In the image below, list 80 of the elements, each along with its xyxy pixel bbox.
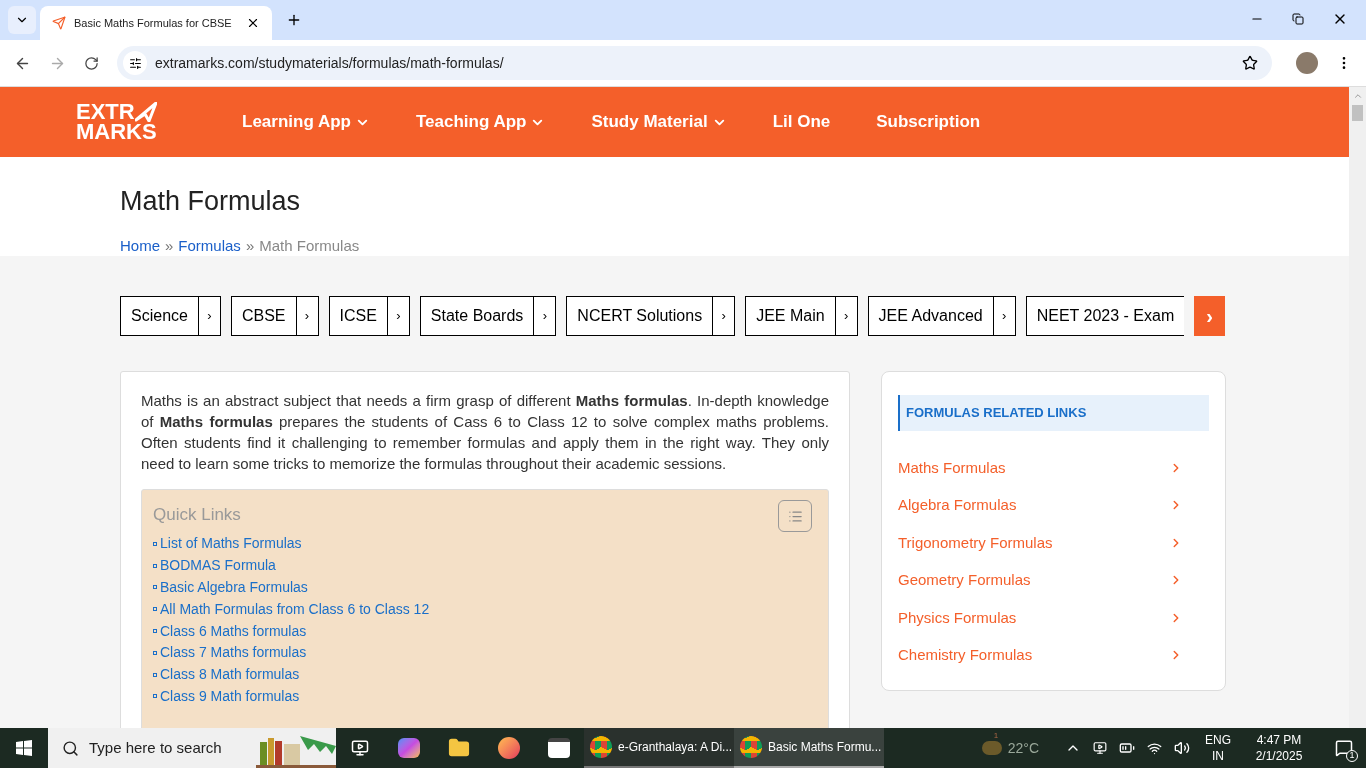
clock[interactable]: 4:47 PM 2/1/2025: [1236, 732, 1322, 764]
quick-link[interactable]: Basic Algebra Formulas: [160, 577, 308, 598]
page-title: Math Formulas: [120, 185, 302, 217]
nav-link[interactable]: Learning App: [242, 109, 370, 135]
windows-logo-icon: [16, 740, 32, 756]
breadcrumb-link[interactable]: Formulas: [178, 235, 241, 258]
wifi-icon: [1147, 740, 1162, 756]
tab-list-button[interactable]: [8, 6, 36, 34]
category-chip[interactable]: State Boards ›: [419, 296, 557, 336]
breadcrumb-separator: »: [165, 236, 174, 256]
notification-count: 1: [1346, 750, 1358, 762]
language-indicator[interactable]: ENG IN: [1200, 732, 1236, 764]
taskbar-search-field[interactable]: Type here to search: [48, 728, 336, 768]
breadcrumb-link[interactable]: Home: [120, 235, 160, 258]
paper-plane-icon: [134, 102, 157, 122]
bullet-icon: [153, 607, 157, 612]
nav-link[interactable]: Lil One: [772, 109, 831, 135]
category-chip[interactable]: JEE Main ›: [745, 296, 858, 336]
quick-link[interactable]: Class 9 Math formulas: [160, 685, 300, 707]
bullet-icon: [153, 629, 157, 634]
quick-links-title: Quick Links: [153, 504, 241, 526]
quick-link[interactable]: Class 6 Maths formulas: [160, 620, 307, 642]
scrollbar-thumb[interactable]: [1352, 105, 1363, 121]
quick-link[interactable]: List of Maths Formulas: [160, 533, 302, 555]
tab-title: Basic Maths Formulas for CBSE: [74, 15, 233, 31]
quick-link[interactable]: BODMAS Formula: [160, 555, 276, 577]
nav-link[interactable]: Teaching App: [415, 109, 546, 135]
volume-icon: [1174, 740, 1190, 756]
bullet-icon: [153, 585, 157, 590]
intro-paragraph: Maths is an abstract subject that needs a firm grasp of different Maths formulas. In-depth knowledge of Maths formulas prepares the students of Cass 6 to Class 12 to solve complex maths problems. Often students find it challenging to remember formulas and apply them in the right way. They only need to learn some tricks to memorize the formulas throughout their academic sessions.: [141, 391, 829, 474]
category-chip[interactable]: JEE Advanced ›: [867, 296, 1016, 336]
sidebar-link[interactable]: Physics Formulas: [898, 599, 1209, 637]
new-tab-icon: [286, 12, 302, 28]
sidebar-link[interactable]: Maths Formulas: [898, 449, 1209, 487]
nav-link[interactable]: Study Material: [591, 109, 727, 135]
bullet-icon: [153, 694, 157, 699]
tab-favicon-icon: [52, 16, 66, 30]
profile-avatar[interactable]: [1296, 52, 1318, 74]
quick-link[interactable]: All Math Formulas from Class 6 to Class 12: [160, 598, 430, 620]
category-chip[interactable]: Science ›: [120, 296, 221, 336]
notifications-icon: [1335, 739, 1353, 757]
scroll-up-icon: [1352, 91, 1363, 101]
address-bar[interactable]: extramarks.com/studymaterials/formulas/math-formulas/: [117, 46, 1272, 80]
toc-toggle-button[interactable]: [778, 500, 812, 532]
sidebar-link[interactable]: Chemistry Formulas: [898, 636, 1209, 674]
nav-link[interactable]: Subscription: [876, 109, 981, 135]
reload-icon: [84, 55, 99, 71]
bullet-icon: [153, 563, 157, 568]
temperature: 22°C: [1007, 738, 1039, 758]
sidebar-link[interactable]: Trigonometry Formulas: [898, 524, 1209, 562]
quick-link[interactable]: Class 7 Maths formulas: [160, 642, 307, 664]
bookmark-icon: [1242, 55, 1258, 71]
bullet-icon: [153, 650, 157, 655]
url-text: extramarks.com/studymaterials/formulas/math-formulas/: [155, 53, 504, 73]
category-chip[interactable]: NCERT Solutions ›: [566, 296, 736, 336]
restore-icon: [1292, 13, 1304, 25]
close-icon: [246, 16, 260, 30]
weather-alert-count: 1: [993, 729, 999, 742]
folder-icon: [448, 737, 470, 759]
list-icon: [787, 508, 803, 524]
search-icon: [62, 739, 79, 757]
taskbar-window-button[interactable]: Basic Maths Formu...: [734, 728, 884, 768]
bullet-icon: [153, 541, 157, 546]
breadcrumb-separator: »: [245, 236, 255, 256]
sidebar-heading: FORMULAS RELATED LINKS: [898, 395, 1209, 431]
battery-icon: [1119, 740, 1135, 756]
category-chip[interactable]: CBSE ›: [230, 296, 319, 336]
site-logo[interactable]: EXTR MARKS: [76, 102, 168, 142]
sidebar-link[interactable]: Geometry Formulas: [898, 561, 1209, 599]
quick-link[interactable]: Class 8 Math formulas: [160, 664, 300, 686]
category-chip[interactable]: NEET 2023 - Exam: [1025, 296, 1185, 336]
scroll-next-button[interactable]: ›: [1194, 296, 1225, 336]
browser-tab[interactable]: Basic Maths Formulas for CBSE: [40, 6, 272, 40]
bullet-icon: [153, 672, 157, 677]
current-page-label: Math Formulas: [259, 236, 360, 256]
category-chip[interactable]: ICSE ›: [328, 296, 410, 336]
taskbar-window-button[interactable]: e-Granthalaya: A Di...: [584, 728, 734, 768]
sidebar-link[interactable]: Algebra Formulas: [898, 486, 1209, 524]
scrollbar[interactable]: [1349, 87, 1366, 728]
site-settings-icon: [128, 56, 142, 70]
